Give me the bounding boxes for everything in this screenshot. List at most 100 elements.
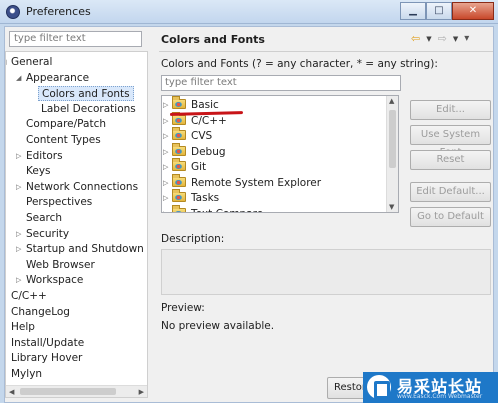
- tree-item[interactable]: ▷ Startup and Shutdown: [16, 242, 144, 257]
- category-folder-icon: [172, 189, 186, 202]
- tree-item[interactable]: ▷ Workspace: [16, 273, 84, 288]
- back-icon[interactable]: ⇦: [411, 32, 420, 46]
- expand-icon[interactable]: ▷: [163, 129, 168, 144]
- preview-text: No preview available.: [161, 320, 275, 332]
- category-item[interactable]: ▷ CVS: [163, 127, 213, 144]
- colors-filter-input[interactable]: type filter text: [161, 75, 401, 91]
- tree-item-label: Content Types: [26, 134, 101, 146]
- tree-item[interactable]: Install/Update: [11, 336, 84, 351]
- category-label: Remote System Explorer: [191, 176, 322, 189]
- expand-icon[interactable]: ▷: [163, 98, 168, 113]
- scroll-left-icon[interactable]: ◀: [9, 386, 14, 397]
- tree-item[interactable]: Label Decorations: [41, 102, 136, 117]
- expand-icon[interactable]: ▷: [163, 114, 168, 129]
- scroll-thumb[interactable]: [20, 388, 116, 395]
- tree-item[interactable]: ◢ General: [6, 55, 53, 70]
- edit-default-button[interactable]: Edit Default...: [410, 182, 491, 202]
- tree-item-label: ChangeLog: [11, 305, 70, 318]
- tree-item[interactable]: ▷ Network Connections: [16, 180, 138, 195]
- category-folder-icon: [172, 127, 186, 140]
- tree-item[interactable]: ▷ Security: [16, 227, 69, 242]
- preference-tree[interactable]: Remote SystemsMylynLibrary HoverInstall/…: [5, 51, 148, 398]
- tree-item-label: Mylyn: [11, 368, 43, 380]
- expand-icon[interactable]: ▷: [16, 180, 21, 195]
- category-item[interactable]: ▷ Basic: [163, 96, 219, 113]
- tree-item-label: C/C++: [11, 290, 47, 302]
- tree-item[interactable]: Search: [26, 211, 62, 226]
- category-label: Basic: [191, 99, 219, 111]
- left-filter-input[interactable]: type filter text: [9, 31, 142, 47]
- category-label: C/C++: [191, 114, 227, 127]
- category-item[interactable]: ▷ Remote System Explorer: [163, 173, 322, 191]
- minimize-button[interactable]: ▁: [400, 2, 426, 20]
- expand-icon[interactable]: ▷: [163, 160, 168, 175]
- watermark: 易采站长站 www.Easck.Com Webmaster: [363, 372, 498, 403]
- tree-item[interactable]: Compare/Patch: [26, 117, 106, 132]
- watermark-url: www.Easck.Com Webmaster: [397, 393, 483, 400]
- expand-icon[interactable]: ▷: [16, 227, 21, 242]
- tree-item[interactable]: C/C++: [11, 289, 47, 304]
- maximize-button[interactable]: □: [426, 2, 452, 20]
- category-label: Debug: [191, 145, 226, 158]
- expand-icon[interactable]: ▷: [163, 176, 168, 191]
- tree-item[interactable]: Web Browser: [26, 258, 95, 273]
- horizontal-scrollbar[interactable]: ◀ ▶: [6, 385, 147, 397]
- category-item[interactable]: ▷ Text Compare: [163, 204, 263, 213]
- description-box: [161, 249, 491, 295]
- close-button[interactable]: ✕: [452, 2, 494, 20]
- tree-item-label: Startup and Shutdown: [26, 243, 144, 256]
- category-label: Git: [191, 161, 207, 173]
- collapse-icon[interactable]: ◢: [16, 71, 21, 86]
- tree-item-label: General: [11, 56, 53, 68]
- tree-item[interactable]: Library Hover: [11, 351, 82, 366]
- expand-icon[interactable]: ▷: [16, 273, 21, 288]
- vertical-scrollbar[interactable]: ▲ ▼: [386, 96, 398, 212]
- expand-icon[interactable]: ▷: [163, 145, 168, 160]
- tree-item[interactable]: ◢ Appearance: [16, 71, 89, 86]
- category-item[interactable]: ▷ Debug: [163, 142, 226, 160]
- forward-menu-icon[interactable]: ▼: [453, 32, 458, 46]
- back-menu-icon[interactable]: ▼: [426, 32, 431, 46]
- category-label: CVS: [191, 130, 213, 142]
- category-item[interactable]: ▷ Tasks: [163, 189, 219, 206]
- filter-description: Colors and Fonts (? = any character, * =…: [161, 58, 438, 70]
- expand-icon[interactable]: ▷: [163, 191, 168, 206]
- expand-icon[interactable]: ▷: [16, 242, 21, 257]
- tree-item-label: Colors and Fonts: [42, 88, 130, 101]
- scroll-up-icon[interactable]: ▲: [389, 97, 394, 105]
- reset-button[interactable]: Reset: [410, 150, 491, 170]
- view-menu-icon[interactable]: ▾: [464, 32, 469, 46]
- category-folder-icon: [172, 158, 186, 171]
- tree-item[interactable]: Content Types: [26, 133, 101, 148]
- category-folder-icon: [172, 111, 186, 125]
- category-folder-icon: [172, 142, 186, 156]
- tree-item[interactable]: Mylyn: [11, 367, 42, 382]
- scroll-thumb[interactable]: [389, 110, 396, 168]
- collapse-icon[interactable]: ◢: [6, 55, 7, 70]
- forward-icon[interactable]: ⇨: [438, 32, 447, 46]
- site-logo: [367, 375, 391, 399]
- tree-item[interactable]: ChangeLog: [11, 305, 70, 320]
- page-title: Colors and Fonts: [161, 33, 265, 46]
- expand-icon[interactable]: ▷: [16, 149, 21, 164]
- scroll-down-icon[interactable]: ▼: [389, 203, 394, 211]
- scroll-right-icon[interactable]: ▶: [139, 386, 144, 397]
- tree-item[interactable]: ▷ Editors: [16, 149, 63, 164]
- tree-item[interactable]: Colors and Fonts: [38, 86, 134, 102]
- use-system-font-button[interactable]: Use System Font: [410, 125, 491, 158]
- tree-item[interactable]: Help: [11, 320, 35, 335]
- tree-item[interactable]: Keys: [26, 164, 51, 179]
- expand-icon[interactable]: ▷: [163, 207, 168, 213]
- go-to-default-button[interactable]: Go to Default: [410, 207, 491, 227]
- edit-button[interactable]: Edit...: [410, 100, 491, 120]
- tree-item[interactable]: Perspectives: [26, 195, 92, 210]
- tree-item-label: Compare/Patch: [26, 118, 107, 131]
- category-item[interactable]: ▷ Git: [163, 158, 207, 175]
- eclipse-icon: [6, 5, 20, 19]
- tree-item-label: Workspace: [26, 274, 84, 287]
- history-nav: ⇦ ▼ ⇨ ▼ ▾: [411, 32, 469, 46]
- category-folder-icon: [172, 204, 186, 212]
- category-label: Text Compare: [191, 208, 263, 213]
- category-item[interactable]: ▷ C/C++: [163, 111, 227, 129]
- tree-item-label: Web Browser: [26, 258, 95, 271]
